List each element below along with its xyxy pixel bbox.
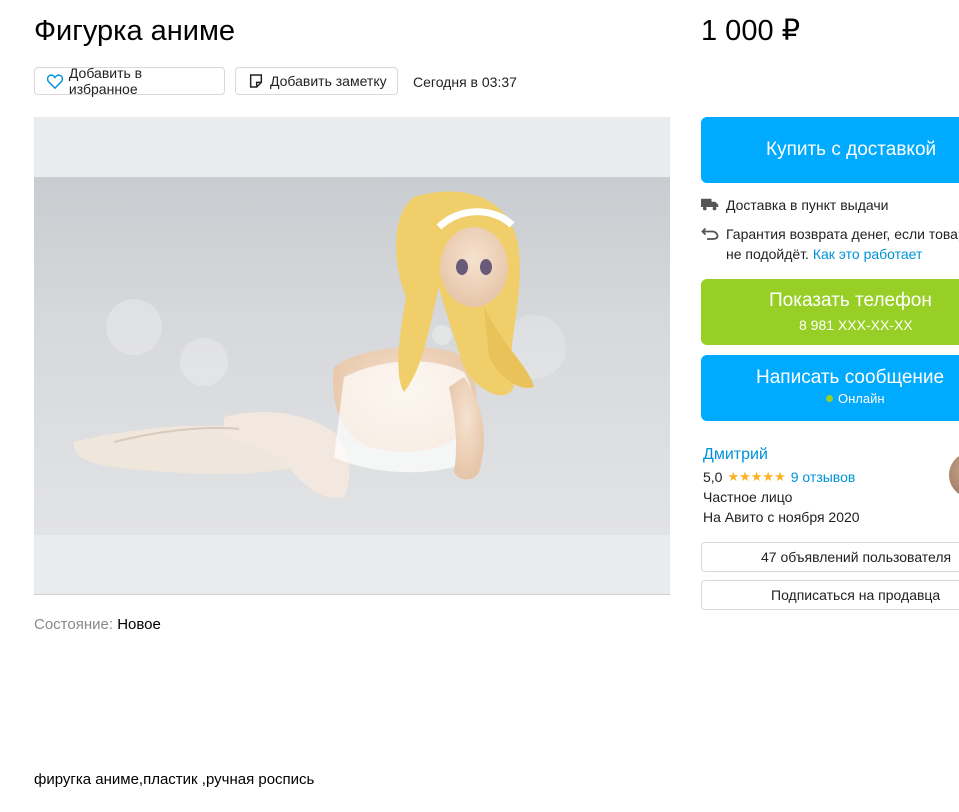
seller-rating: 5,0 ★★★★★ 9 отзывов bbox=[703, 469, 855, 485]
seller-since: На Авито с ноября 2020 bbox=[703, 509, 860, 525]
return-arrow-icon bbox=[701, 227, 719, 240]
heart-icon bbox=[47, 73, 63, 89]
page-title: Фигурка аниме bbox=[34, 15, 236, 47]
avatar[interactable] bbox=[949, 452, 959, 498]
seller-name-link[interactable]: Дмитрий bbox=[703, 446, 768, 464]
product-photo[interactable] bbox=[34, 117, 670, 595]
how-it-works-link[interactable]: Как это работает bbox=[813, 246, 923, 262]
seller-listings-label: 47 объявлений пользователя bbox=[761, 549, 952, 565]
truck-icon bbox=[701, 198, 719, 211]
write-message-button[interactable]: Написать сообщение Онлайн bbox=[701, 355, 959, 421]
rating-stars: ★★★★★ bbox=[727, 469, 786, 484]
seller-listings-button[interactable]: 47 объявлений пользователя bbox=[701, 542, 959, 572]
add-to-favorites-button[interactable]: Добавить в избранное bbox=[34, 65, 225, 97]
add-note-button[interactable]: Добавить заметку bbox=[235, 67, 398, 95]
favorite-label: Добавить в избранное bbox=[68, 65, 143, 97]
condition-value: Новое bbox=[117, 616, 161, 633]
price: 1 000 ₽ bbox=[701, 15, 801, 47]
rating-value: 5,0 bbox=[703, 469, 723, 485]
delivery-feature: Доставка в пункт выдачи bbox=[701, 195, 889, 215]
online-dot bbox=[826, 395, 833, 402]
note-icon bbox=[249, 74, 263, 88]
condition: Состояние: Новое bbox=[34, 616, 161, 633]
write-message-label: Написать сообщение bbox=[756, 367, 945, 388]
guarantee-feature: Гарантия возврата денег, если товар не п… bbox=[701, 224, 959, 264]
condition-label: Состояние: bbox=[34, 616, 114, 633]
buy-label: Купить с доставкой bbox=[766, 139, 937, 160]
photo-divider bbox=[34, 594, 670, 595]
posted-date: Сегодня в 03:37 bbox=[413, 74, 517, 90]
reviews-link[interactable]: 9 отзывов bbox=[791, 469, 856, 485]
phone-masked: 8 981 XXX-XX-XX bbox=[799, 317, 913, 333]
subscribe-label: Подписаться на продавца bbox=[771, 587, 941, 603]
online-label: Онлайн bbox=[838, 391, 885, 406]
subscribe-seller-button[interactable]: Подписаться на продавца bbox=[701, 580, 959, 610]
online-status: Онлайн bbox=[826, 391, 885, 406]
delivery-text: Доставка в пункт выдачи bbox=[726, 197, 889, 213]
photo-backdrop bbox=[34, 177, 670, 535]
note-label: Добавить заметку bbox=[270, 73, 387, 89]
description: фиругка аниме,пластик ,ручная роспись bbox=[34, 771, 315, 788]
seller-type: Частное лицо bbox=[703, 489, 793, 505]
figure-image bbox=[73, 191, 566, 498]
show-phone-button[interactable]: Показать телефон 8 981 XXX-XX-XX bbox=[701, 279, 959, 345]
show-phone-label: Показать телефон bbox=[769, 290, 932, 311]
buy-with-delivery-button[interactable]: Купить с доставкой bbox=[701, 117, 959, 183]
